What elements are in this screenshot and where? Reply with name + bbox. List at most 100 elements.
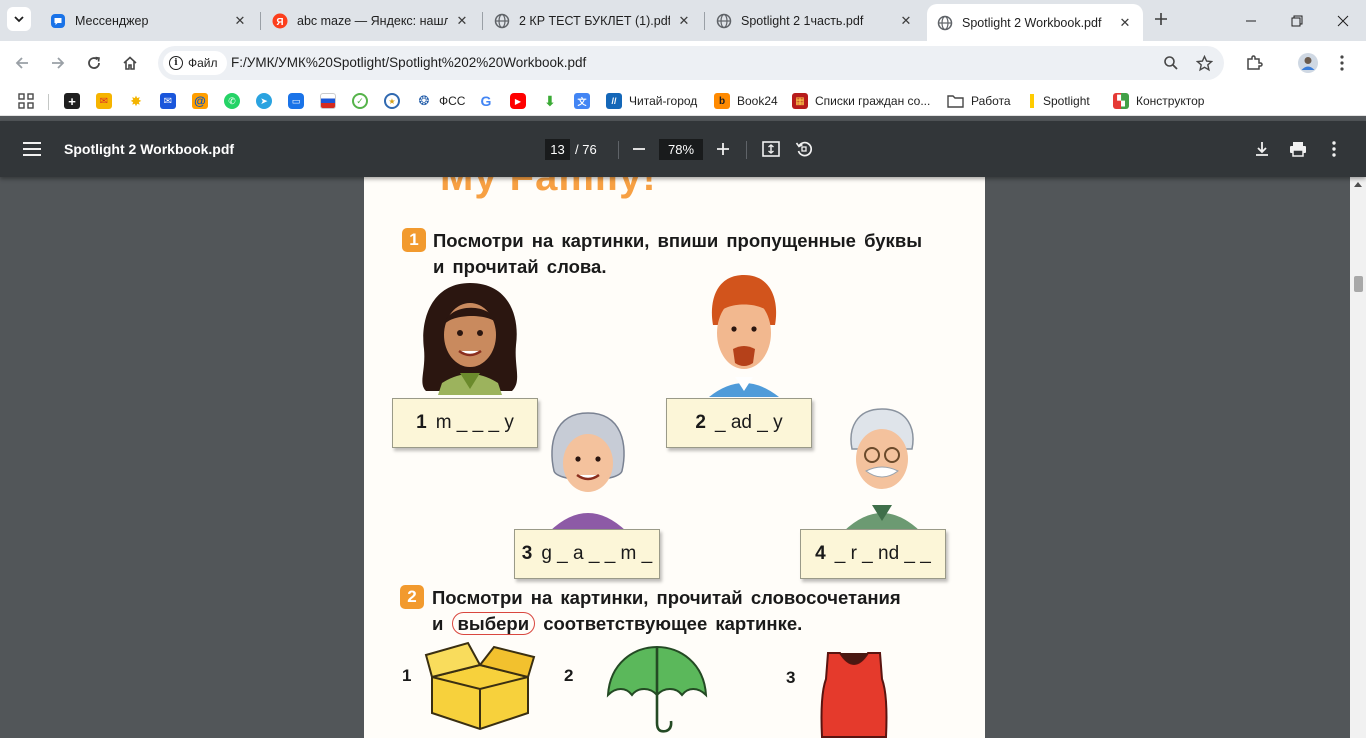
at-sign-icon: @ xyxy=(192,93,208,109)
browser-menu-button[interactable] xyxy=(1328,49,1356,77)
fit-page-button[interactable] xyxy=(759,137,783,161)
bookmark-spotlight[interactable]: Spotlight xyxy=(1028,90,1090,112)
bookmark-gosuslugi[interactable]: ✓ xyxy=(352,90,368,112)
tab-search-button[interactable] xyxy=(7,7,31,31)
apps-grid-icon xyxy=(18,93,34,109)
tab-yandex[interactable]: Я abc maze — Яндекс: нашлось ✕ xyxy=(262,4,480,37)
bookmarks-bar: + ✉ ✸ ✉ @ ✆ ➤ ▭ ✓ ★ ❂ ФСС G ▶ ⬇ 文 // Чит… xyxy=(0,85,1366,116)
close-icon[interactable]: ✕ xyxy=(1117,15,1133,31)
bookmark-whatsapp[interactable]: ✆ xyxy=(224,90,240,112)
umbrella-illustration xyxy=(606,645,708,733)
word-blank: g _ a _ _ m _ xyxy=(541,543,653,564)
telegram-icon: ➤ xyxy=(256,93,272,109)
bookmark-russia[interactable] xyxy=(320,90,336,112)
picture-number: 1 xyxy=(402,666,412,685)
tab-spotlight-workbook[interactable]: Spotlight 2 Workbook.pdf ✕ xyxy=(927,4,1143,41)
scrollbar-thumb[interactable] xyxy=(1354,276,1363,292)
close-window-button[interactable] xyxy=(1320,0,1366,41)
zoom-in-button[interactable] xyxy=(711,137,735,161)
url-text[interactable]: F:/УМК/УМК%20Spotlight/Spotlight%202%20W… xyxy=(231,55,586,70)
tab-title: Мессенджер xyxy=(75,13,149,28)
word-card-3: 3 g _ a _ _ m _ xyxy=(514,529,660,579)
site-info-label: Файл xyxy=(188,56,218,70)
arrow-left-icon xyxy=(15,57,28,69)
extensions-button[interactable] xyxy=(1240,49,1268,77)
pdf-viewer-area[interactable]: My Family! 1 Посмотри на картинки, впиши… xyxy=(0,177,1350,738)
tab-messenger[interactable]: Мессенджер ✕ xyxy=(40,4,258,37)
reload-button[interactable] xyxy=(80,49,108,77)
bookmark-chitai-gorod[interactable]: // Читай-город xyxy=(606,90,697,112)
bookmark-sun[interactable]: ✸ xyxy=(128,90,144,112)
tab-kr-test[interactable]: 2 КР ТЕСТ БУКЛЕТ (1).pdf ✕ xyxy=(484,4,702,37)
bookmark-translate[interactable]: 文 xyxy=(574,90,590,112)
konstruktor-icon: ▚ xyxy=(1113,93,1129,109)
reload-icon xyxy=(88,56,100,69)
new-tab-button[interactable] xyxy=(1150,8,1172,30)
viewer-scrollbar[interactable] xyxy=(1350,177,1366,738)
home-button[interactable] xyxy=(116,49,144,77)
zoom-level-input[interactable]: 78% xyxy=(659,139,703,160)
bookmark-folder-rabota[interactable]: Работа xyxy=(947,90,1011,112)
bookmark-mail-ru[interactable]: @ xyxy=(192,90,208,112)
check-circle-icon: ✓ xyxy=(352,93,368,109)
bookmark-konstruktor[interactable]: ▚ Конструктор xyxy=(1113,90,1204,112)
close-icon[interactable]: ✕ xyxy=(232,13,248,29)
book24-icon: b xyxy=(714,93,730,109)
browser-toolbar: i Файл F:/УМК/УМК%20Spotlight/Spotlight%… xyxy=(0,41,1366,85)
profile-button[interactable] xyxy=(1294,49,1322,77)
bookmark-messenger[interactable]: ▭ xyxy=(288,90,304,112)
plus-icon xyxy=(1155,13,1167,25)
minimize-button[interactable] xyxy=(1228,0,1274,41)
grandpa-illustration xyxy=(844,408,920,531)
bookmark-book24[interactable]: b Book24 xyxy=(714,90,778,112)
apps-button[interactable] xyxy=(18,90,34,112)
arrow-right-icon xyxy=(52,57,65,69)
bookmark-spiski[interactable]: ▦ Списки граждан со... xyxy=(792,90,930,112)
fit-to-page-icon xyxy=(762,141,780,157)
zoom-search-button[interactable] xyxy=(1161,53,1181,73)
zoom-out-button[interactable] xyxy=(627,137,651,161)
pdf-more-menu-button[interactable] xyxy=(1322,137,1346,161)
rotate-button[interactable] xyxy=(792,137,816,161)
close-icon[interactable]: ✕ xyxy=(454,13,470,29)
word-number: 2 xyxy=(695,412,706,433)
bookmark-star-button[interactable] xyxy=(1194,53,1214,73)
tab-title: Spotlight 2 Workbook.pdf xyxy=(962,15,1102,30)
bookmark-fss[interactable]: ❂ ФСС xyxy=(416,90,465,112)
tab-separator xyxy=(260,12,261,30)
sidebar-menu-button[interactable] xyxy=(20,137,44,161)
address-bar[interactable]: i Файл F:/УМК/УМК%20Spotlight/Spotlight%… xyxy=(158,46,1224,80)
bookmark-label: Работа xyxy=(971,94,1011,108)
word-blank: m _ _ _ y xyxy=(435,412,514,433)
print-button[interactable] xyxy=(1286,137,1310,161)
forward-button[interactable] xyxy=(44,49,72,77)
page-total: / 76 xyxy=(575,142,597,157)
flag-icon xyxy=(320,93,336,109)
search-icon xyxy=(1164,56,1178,70)
globe-icon xyxy=(494,13,510,29)
bookmark-download[interactable]: ⬇ xyxy=(542,90,558,112)
svg-text:Я: Я xyxy=(276,17,283,28)
bookmark-emblem[interactable]: ★ xyxy=(384,90,400,112)
page-number-input[interactable]: 13 xyxy=(545,139,570,160)
globe-icon xyxy=(716,13,732,29)
download-button[interactable] xyxy=(1250,137,1274,161)
bookmark-email-blue[interactable]: ✉ xyxy=(160,90,176,112)
word-card-1: 1 m _ _ _ y xyxy=(392,398,538,448)
bookmark-plus[interactable]: + xyxy=(64,90,80,112)
tab-spotlight-part1[interactable]: Spotlight 2 1часть.pdf ✕ xyxy=(706,4,924,37)
bookmark-mail[interactable]: ✉ xyxy=(96,90,112,112)
restore-button[interactable] xyxy=(1274,0,1320,41)
bookmark-telegram[interactable]: ➤ xyxy=(256,90,272,112)
bookmark-google[interactable]: G xyxy=(478,90,494,112)
tab-title: Spotlight 2 1часть.pdf xyxy=(741,13,864,28)
close-icon[interactable]: ✕ xyxy=(676,13,692,29)
scroll-up-arrow-icon[interactable] xyxy=(1354,182,1362,187)
site-info-chip[interactable]: i Файл xyxy=(163,51,227,75)
instruction-word: соответствующее картинке. xyxy=(543,613,803,634)
word-number: 4 xyxy=(815,543,826,564)
back-button[interactable] xyxy=(8,49,36,77)
pdf-page: My Family! 1 Посмотри на картинки, впиши… xyxy=(364,177,985,738)
bookmark-youtube[interactable]: ▶ xyxy=(510,90,526,112)
close-icon[interactable]: ✕ xyxy=(898,13,914,29)
